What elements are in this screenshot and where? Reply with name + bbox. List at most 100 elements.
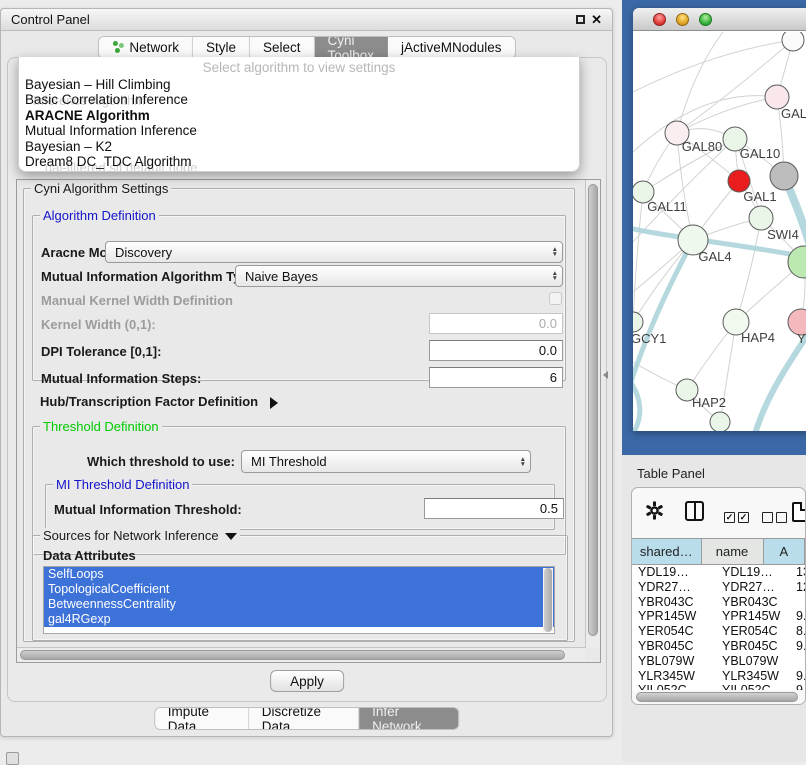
table-row[interactable]: YBR045CYBR045C9. (632, 639, 805, 654)
expand-arrow-icon (270, 397, 278, 409)
table-cell: YDR27… (722, 580, 775, 595)
aracne-mode-combobox[interactable]: Discovery ▲▼ (105, 241, 563, 263)
node-label-HAP4: HAP4 (741, 330, 775, 345)
table-row[interactable]: YIL052CYIL052C9. (632, 683, 805, 690)
data-attribute-item[interactable]: TopologicalCoefficient (44, 582, 554, 597)
float-window-icon[interactable] (576, 15, 585, 24)
tab-label: Style (206, 40, 236, 55)
kernel-width-field[interactable]: 0.0 (429, 313, 563, 334)
popup-item[interactable]: Mutual Information Inference (25, 123, 573, 138)
tab-discretize-data[interactable]: Discretize Data (249, 708, 359, 729)
network-node-node-gray[interactable] (770, 162, 798, 190)
list-scrollbar[interactable] (543, 568, 553, 632)
node-label-Y: Y (797, 331, 806, 346)
gear-icon[interactable] (645, 501, 664, 520)
aracne-mode-value: Discovery (115, 245, 172, 260)
deselect-all-checkbox-icon[interactable] (762, 512, 773, 523)
dock-panel-icon[interactable] (6, 752, 19, 765)
popup-item[interactable]: Bayesian – K2 (25, 139, 573, 154)
table-cell: YIL052C (722, 683, 771, 690)
combo-stepper-icon: ▲▼ (520, 457, 526, 467)
popup-item[interactable]: Dream8 DC_TDC Algorithm (25, 154, 573, 169)
network-view-panel: GALGAL80GAL10GAL1GAL11SWI4GAL4GCY1HAP4YH… (622, 0, 806, 455)
mi-threshold-field[interactable]: 0.5 (424, 498, 564, 519)
popup-item[interactable]: Bayesian – Hill Climbing (25, 77, 573, 92)
table-row[interactable]: YER054CYER054C8. (632, 624, 805, 639)
table-row[interactable]: YDL19…YDL19…13 (632, 565, 805, 580)
select-all-checkbox-icon[interactable]: ✓ (724, 512, 735, 523)
manual-kernel-checkbox[interactable] (549, 292, 562, 305)
tab-style[interactable]: Style (193, 37, 250, 58)
column-header[interactable]: name (702, 539, 764, 564)
tab-jactivemnodules[interactable]: jActiveMNodules (388, 37, 515, 58)
data-attribute-item[interactable]: gal4RGexp (44, 612, 554, 627)
table-horizontal-scrollbar[interactable] (636, 692, 801, 702)
dpi-tolerance-field[interactable]: 0.0 (429, 340, 563, 361)
table-cell: YPR145W (638, 609, 696, 624)
which-threshold-value: MI Threshold (251, 454, 327, 469)
columns-icon[interactable] (685, 501, 704, 521)
data-attribute-item[interactable]: SelfLoops (44, 567, 554, 582)
table-row[interactable]: YLR345WYLR345W9. (632, 669, 805, 684)
mi-steps-label: Mutual Information Steps: (41, 371, 201, 386)
table-cell: 13 (796, 565, 805, 580)
node-label-GAL1: GAL1 (743, 189, 776, 204)
table-row[interactable]: YDR27…YDR27…12 (632, 580, 805, 595)
minimize-traffic-light[interactable] (676, 13, 689, 26)
tab-label: Infer Network (372, 707, 445, 730)
tab-infer-network[interactable]: Infer Network (359, 708, 458, 729)
mi-threshold-label: Mutual Information Threshold: (54, 502, 242, 517)
popup-placeholder: Select algorithm to view settings (19, 60, 579, 75)
network-window-titlebar[interactable] (633, 8, 806, 31)
table-rows: YDL19…YDL19…13YDR27…YDR27…12YBR043CYBR04… (632, 565, 805, 690)
tab-impute-data[interactable]: Impute Data (155, 708, 249, 729)
mi-type-value: Naive Bayes (245, 269, 318, 284)
popup-item[interactable]: Basic Correlation Inference (25, 92, 573, 107)
zoom-traffic-light[interactable] (699, 13, 712, 26)
column-header[interactable]: A (764, 539, 805, 564)
collapse-arrow-icon (225, 533, 237, 540)
close-icon[interactable]: ✕ (591, 13, 602, 26)
close-traffic-light[interactable] (653, 13, 666, 26)
column-header[interactable]: shared… (632, 539, 702, 564)
group-title: Cyni Algorithm Settings (31, 181, 171, 196)
export-file-icon[interactable] (792, 502, 806, 522)
mi-threshold-definition-group: MI Threshold Definition Mutual Informati… (45, 484, 555, 530)
tab-network[interactable]: Network (98, 37, 193, 58)
select-all-checkbox-icon-2[interactable]: ✓ (738, 512, 749, 523)
settings-vertical-scrollbar[interactable] (585, 180, 600, 648)
network-icon (111, 41, 124, 54)
top-tabbar: Network Style SelectCyni ToolboxjActiveMNo… (97, 36, 515, 59)
data-attributes-list[interactable]: SelfLoopsTopologicalCoefficientBetweenne… (43, 566, 555, 634)
table-cell: YER054C (722, 624, 778, 639)
settings-horizontal-scrollbar[interactable] (17, 647, 585, 662)
network-node-GCY1[interactable] (633, 312, 643, 332)
node-label-GAL4: GAL4 (698, 249, 731, 264)
apply-button[interactable]: Apply (270, 670, 344, 692)
popup-item[interactable]: ARACNE Algorithm (25, 108, 573, 123)
which-threshold-combobox[interactable]: MI Threshold ▲▼ (241, 450, 531, 473)
network-node-node-top[interactable] (782, 32, 804, 51)
deselect-all-checkbox-icon-2[interactable] (776, 512, 787, 523)
table-cell: YLR345W (722, 669, 779, 684)
dpi-tolerance-value: 0.0 (539, 343, 557, 358)
kernel-width-label: Kernel Width (0,1): (41, 317, 156, 332)
tab-cyni-toolbox[interactable]: Cyni Toolbox (314, 37, 388, 58)
network-node-node-bottom[interactable] (710, 412, 730, 431)
table-row[interactable]: YBR043CYBR043C (632, 595, 805, 610)
table-cell: YLR345W (638, 669, 695, 684)
node-label-SWI4: SWI4 (767, 227, 799, 242)
table-header-row: shared…nameA (632, 538, 805, 565)
sources-title[interactable]: Sources for Network Inference (40, 528, 240, 543)
network-canvas[interactable]: GALGAL80GAL10GAL1GAL11SWI4GAL4GCY1HAP4YH… (633, 32, 806, 431)
mi-steps-field[interactable]: 6 (429, 367, 563, 388)
tab-select[interactable]: Select (250, 37, 315, 58)
table-cell: YIL052C (638, 683, 687, 690)
splitter-handle[interactable] (603, 371, 608, 379)
table-row[interactable]: YBL079WYBL079W (632, 654, 805, 669)
mi-algorithm-type-combobox[interactable]: Naive Bayes ▲▼ (235, 265, 563, 287)
data-attribute-item[interactable]: BetweennessCentrality (44, 597, 554, 612)
hub-definition-section[interactable]: Hub/Transcription Factor Definition (40, 394, 278, 409)
table-panel-title: Table Panel (637, 466, 705, 481)
table-row[interactable]: YPR145WYPR145W9. (632, 609, 805, 624)
